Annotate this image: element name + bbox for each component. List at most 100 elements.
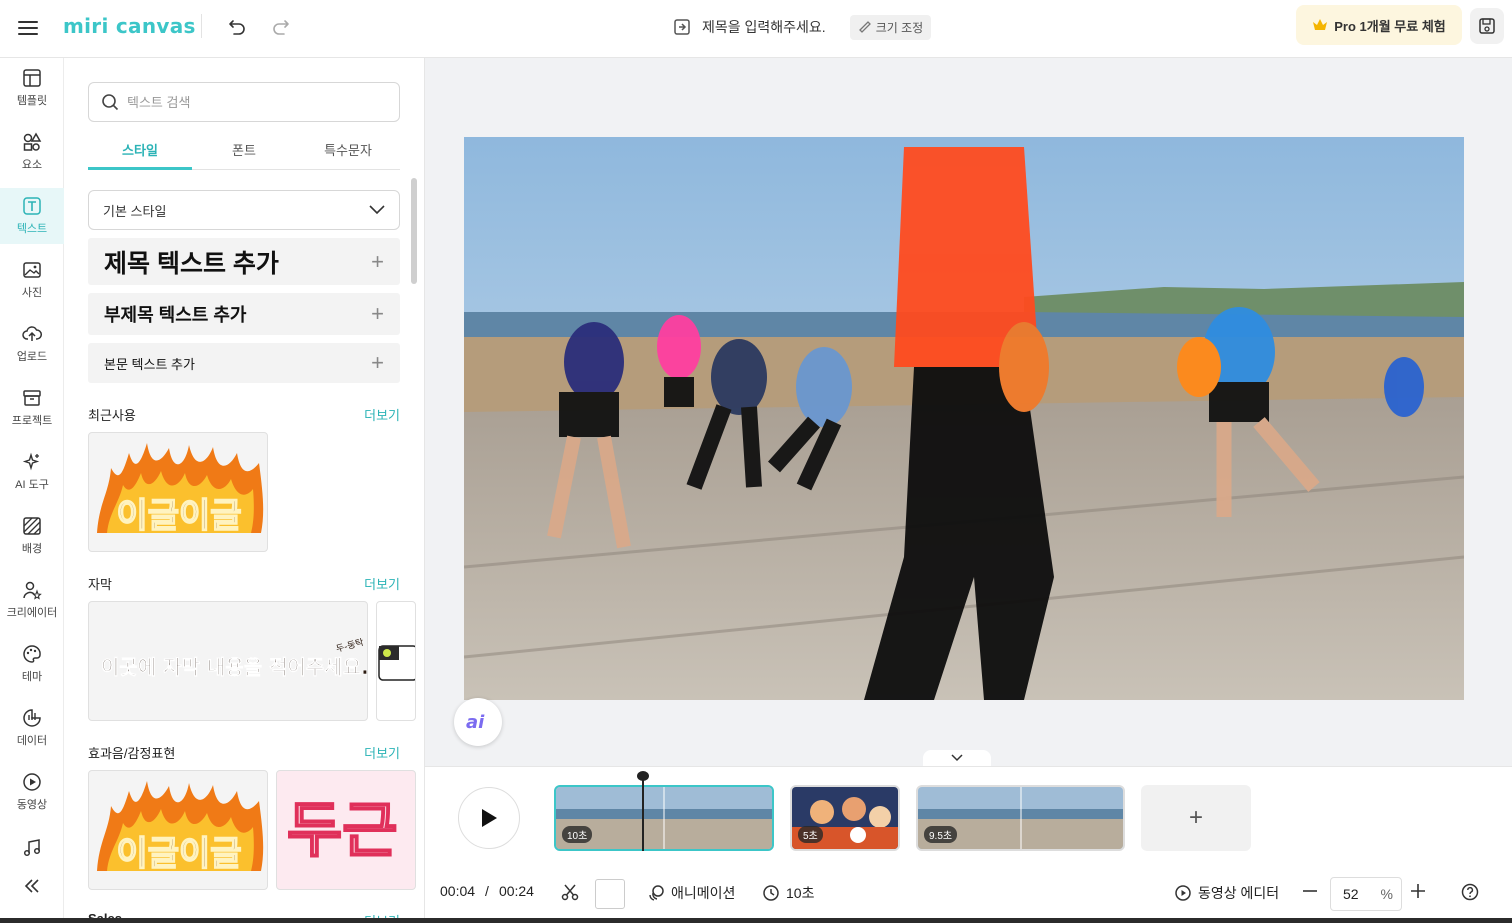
caption-style-thumb[interactable]: 이곳에 자막 내용을 적어주세요. 두-둥탁 <box>88 601 368 721</box>
help-button[interactable] <box>1461 883 1479 901</box>
add-body-text-button[interactable]: 본문 텍스트 추가 + <box>88 343 400 383</box>
panel-scrollbar[interactable] <box>411 178 417 284</box>
rail-item-video[interactable]: 동영상 <box>0 764 64 820</box>
double-chevron-left-icon <box>24 879 39 893</box>
chevron-down-icon <box>369 205 385 215</box>
background-color-swatch[interactable] <box>595 879 625 909</box>
tab-font[interactable]: 폰트 <box>192 130 296 169</box>
search-icon <box>102 94 119 111</box>
time-readout: 00:04 / 00:24 <box>440 883 534 899</box>
rail-item-photo[interactable]: 사진 <box>0 252 64 308</box>
section-title: 자막 <box>88 577 112 592</box>
plus-icon <box>1411 884 1425 898</box>
tab-style[interactable]: 스타일 <box>88 130 192 170</box>
menu-icon[interactable] <box>12 12 44 44</box>
playhead[interactable] <box>642 773 644 851</box>
more-link[interactable]: 더보기 <box>364 405 400 424</box>
timeline-clip[interactable]: 9.5초 <box>916 785 1125 851</box>
rail-item-background[interactable]: 배경 <box>0 508 64 564</box>
rail-item-project[interactable]: 프로젝트 <box>0 380 64 436</box>
add-title-label: 제목 텍스트 추가 <box>104 249 279 278</box>
add-subtitle-label: 부제목 텍스트 추가 <box>104 305 247 325</box>
clock-icon <box>763 885 779 901</box>
animation-button[interactable]: 애니메이션 <box>647 883 735 903</box>
search-input[interactable] <box>127 94 377 110</box>
collapse-rail-button[interactable] <box>0 858 64 914</box>
play-button[interactable] <box>458 787 520 849</box>
timeline-clip[interactable]: 5초 <box>790 785 900 851</box>
clip-duration: 10초 <box>562 826 593 843</box>
save-icon[interactable] <box>1470 8 1504 44</box>
more-link[interactable]: 더보기 <box>364 574 400 593</box>
add-title-text-button[interactable]: 제목 텍스트 추가 + <box>88 238 400 285</box>
pro-trial-button[interactable]: Pro 1개월 무료 체험 <box>1296 5 1462 45</box>
video-frame[interactable] <box>464 137 1464 700</box>
rail-item-creator[interactable]: 크리에이터 <box>0 572 64 628</box>
caption-text: 이곳에 자막 내용을 적어주세요. <box>101 655 368 679</box>
text-style-thumb-fire[interactable]: 이글이글 <box>88 432 268 552</box>
rail-item-text[interactable]: 텍스트 <box>0 188 64 244</box>
plus-icon: + <box>371 350 384 375</box>
scissors-icon <box>561 884 579 901</box>
zoom-in-button[interactable] <box>1410 883 1426 899</box>
zoom-out-button[interactable] <box>1302 883 1318 899</box>
split-clip-button[interactable] <box>561 883 579 901</box>
data-icon <box>23 709 41 727</box>
ai-icon: ai <box>466 712 485 732</box>
plus-icon: + <box>371 248 384 274</box>
video-editor-label: 동영상 에디터 <box>1198 885 1280 901</box>
animation-label: 애니메이션 <box>671 885 736 901</box>
style-select[interactable]: 기본 스타일 <box>88 190 400 230</box>
rail-item-elements[interactable]: 요소 <box>0 124 64 180</box>
rail-label: 프로젝트 <box>11 415 53 427</box>
zoom-value: 52 <box>1343 886 1359 902</box>
undo-icon[interactable] <box>222 12 252 42</box>
collapse-timeline-button[interactable] <box>923 750 991 766</box>
video-editor-button[interactable]: 동영상 에디터 <box>1174 883 1279 903</box>
caption-style-thumb-2[interactable] <box>376 601 416 721</box>
sfx-thumb-fire[interactable]: 이글이글 <box>88 770 268 890</box>
zoom-input[interactable]: 52 % <box>1330 877 1402 911</box>
section-header-sfx: 효과음/감정표현 더보기 <box>88 743 400 762</box>
svg-text:ai: ai <box>466 712 485 732</box>
rail-item-theme[interactable]: 테마 <box>0 636 64 692</box>
title-export-icon[interactable] <box>672 18 692 36</box>
rail-item-data[interactable]: 데이터 <box>0 700 64 756</box>
rail-item-ai-tool[interactable]: AI 도구 <box>0 444 64 500</box>
rail-item-upload[interactable]: 업로드 <box>0 316 64 372</box>
more-link[interactable]: 더보기 <box>364 743 400 762</box>
playhead-handle[interactable] <box>637 771 649 781</box>
ai-tool-icon <box>22 452 40 471</box>
add-body-label: 본문 텍스트 추가 <box>104 356 195 372</box>
document-title-input[interactable]: 제목을 입력해주세요. <box>702 17 826 37</box>
play-icon <box>482 809 497 827</box>
sfx-thumb-heart[interactable]: 두근 <box>276 770 416 890</box>
rail-label: 템플릿 <box>16 95 48 107</box>
duration-button[interactable]: 10초 <box>762 883 814 903</box>
rail-label: 텍스트 <box>16 223 48 235</box>
rail-item-template[interactable]: 템플릿 <box>0 60 64 116</box>
document-title-area: 제목을 입력해주세요. 크기 조정 <box>672 14 932 40</box>
canvas-workspace: ai <box>425 58 1512 766</box>
text-panel: 스타일 폰트 특수문자 기본 스타일 제목 텍스트 추가 + 부제목 텍스트 추… <box>64 58 425 923</box>
timeline-clip[interactable]: 10초 <box>554 785 774 851</box>
music-icon <box>23 839 41 857</box>
total-time: 00:24 <box>498 883 534 899</box>
add-subtitle-text-button[interactable]: 부제목 텍스트 추가 + <box>88 293 400 335</box>
resize-button[interactable]: 크기 조정 <box>849 14 932 40</box>
rail-label: 크리에이터 <box>6 607 58 619</box>
redo-icon[interactable] <box>266 12 296 42</box>
add-clip-button[interactable]: + <box>1141 785 1251 851</box>
caption-tag-text: 두-둥탁 <box>335 636 365 655</box>
template-icon <box>23 69 41 87</box>
style-select-value: 기본 스타일 <box>103 203 167 219</box>
ai-assistant-button[interactable]: ai <box>454 698 502 746</box>
video-play-icon <box>1175 885 1191 901</box>
logo[interactable]: miri canvas <box>63 14 196 38</box>
heart-text: 두근 <box>287 796 397 866</box>
text-icon <box>23 197 41 215</box>
rail-label: 배경 <box>21 543 43 555</box>
tab-special-chars[interactable]: 특수문자 <box>296 130 400 169</box>
search-box[interactable] <box>88 82 400 122</box>
theme-icon <box>23 645 41 663</box>
